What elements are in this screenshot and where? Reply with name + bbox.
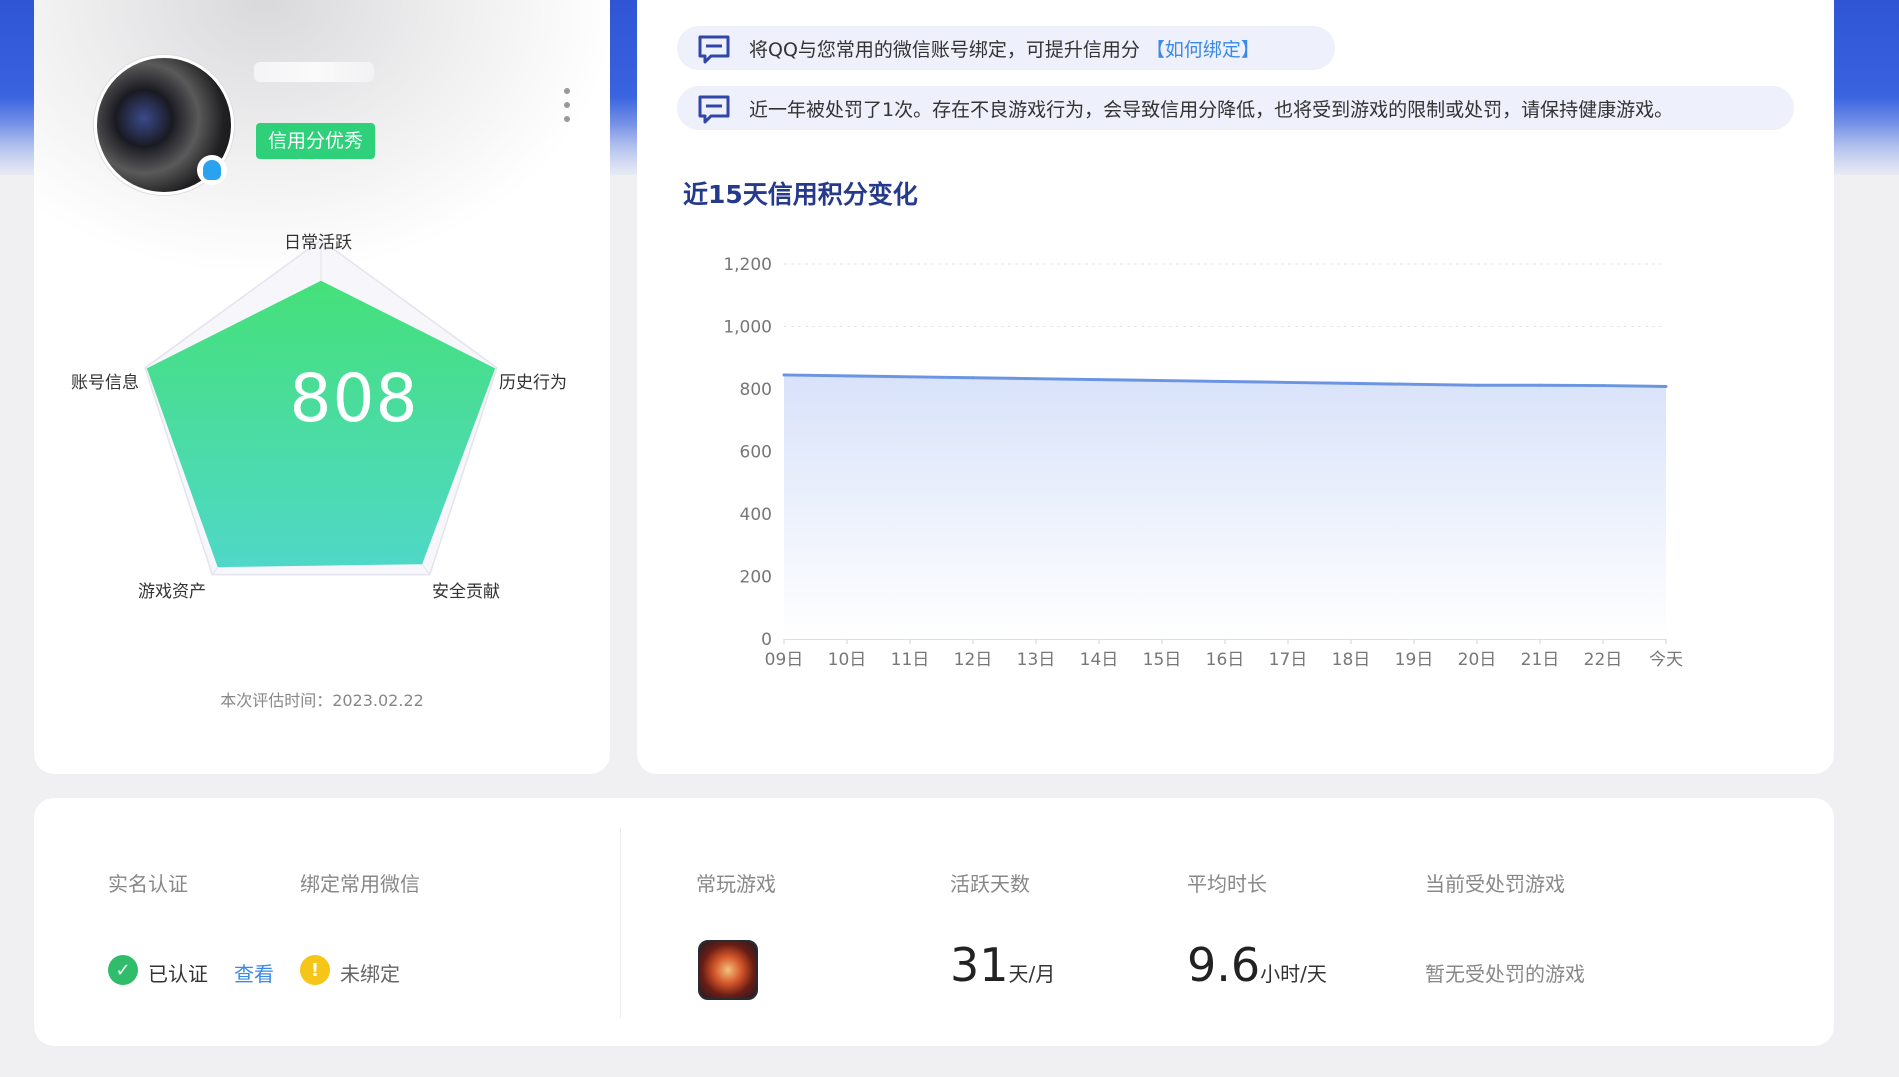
avg-time-value: 9.6小时/天 bbox=[1187, 938, 1327, 992]
stats-divider bbox=[620, 828, 621, 1018]
data-point[interactable] bbox=[1475, 383, 1479, 387]
data-point[interactable] bbox=[1538, 383, 1542, 387]
x-tick-label: 22日 bbox=[1584, 650, 1623, 670]
credit-score: 808 bbox=[289, 360, 419, 437]
data-point[interactable] bbox=[1412, 382, 1416, 386]
x-tick-label: 09日 bbox=[765, 650, 804, 670]
area-fill bbox=[784, 374, 1666, 639]
data-point[interactable] bbox=[1601, 384, 1605, 388]
wechat-label: 绑定常用微信 bbox=[300, 872, 420, 896]
stats-card: 实名认证 绑定常用微信 ✓ 已认证 查看 ! 未绑定 常玩游戏 活跃天数 31天… bbox=[34, 798, 1834, 1046]
games-label: 常玩游戏 bbox=[696, 872, 776, 896]
radar-chart: 日常活跃 历史行为 安全贡献 游戏资产 账号信息 808 bbox=[34, 0, 610, 774]
x-tick-label: 19日 bbox=[1395, 650, 1434, 670]
y-tick-label: 600 bbox=[740, 443, 772, 463]
credit-line-chart: 0 200 400 600 800 1,000 1,200 09日 10日 11日 12日 13日 14… bbox=[723, 255, 1683, 670]
y-tick-label: 0 bbox=[761, 630, 772, 650]
radar-label-account-info: 账号信息 bbox=[71, 373, 139, 393]
avg-time-unit: 小时/天 bbox=[1260, 962, 1327, 986]
data-point[interactable] bbox=[845, 374, 849, 378]
x-tick-label: 今天 bbox=[1649, 650, 1683, 670]
x-tick-label: 13日 bbox=[1017, 650, 1056, 670]
avg-time-label: 平均时长 bbox=[1187, 872, 1267, 896]
view-realname-link[interactable]: 查看 bbox=[234, 958, 274, 987]
data-point[interactable] bbox=[971, 376, 975, 380]
data-point[interactable] bbox=[1034, 377, 1038, 381]
data-point[interactable] bbox=[1097, 378, 1101, 382]
data-point[interactable] bbox=[1160, 379, 1164, 383]
radar-label-history: 历史行为 bbox=[499, 373, 567, 393]
radar-label-security: 安全贡献 bbox=[432, 582, 500, 602]
x-tick-label: 18日 bbox=[1332, 650, 1371, 670]
punished-games-label: 当前受处罚游戏 bbox=[1425, 872, 1565, 896]
active-days-label: 活跃天数 bbox=[950, 872, 1030, 896]
warning-circle-icon: ! bbox=[300, 955, 330, 985]
x-tick-label: 20日 bbox=[1458, 650, 1497, 670]
y-tick-label: 1,000 bbox=[723, 318, 772, 338]
x-tick-label: 10日 bbox=[828, 650, 867, 670]
x-tick-label: 17日 bbox=[1269, 650, 1308, 670]
avg-time-number: 9.6 bbox=[1187, 938, 1261, 992]
data-point[interactable] bbox=[782, 373, 786, 377]
active-days-unit: 天/月 bbox=[1008, 962, 1056, 986]
game-icon[interactable] bbox=[698, 940, 758, 1000]
chart-card: 将QQ与您常用的微信账号绑定，可提升信用分 【如何绑定】 近一年被处罚了1次。存… bbox=[637, 0, 1834, 774]
radar-label-daily-active: 日常活跃 bbox=[284, 233, 352, 253]
profile-card: 信用分优秀 日常活跃 历史行为 安全贡献 游戏资产 账号信息 808 本次评估时… bbox=[34, 0, 610, 774]
y-tick-label: 800 bbox=[740, 380, 772, 400]
check-circle-icon: ✓ bbox=[108, 955, 138, 985]
data-point[interactable] bbox=[908, 375, 912, 379]
active-days-value: 31天/月 bbox=[950, 938, 1055, 992]
data-point[interactable] bbox=[1349, 381, 1353, 385]
data-point[interactable] bbox=[1286, 380, 1290, 384]
x-tick-label: 12日 bbox=[954, 650, 993, 670]
x-tick-label: 14日 bbox=[1080, 650, 1119, 670]
x-tick-label: 15日 bbox=[1143, 650, 1182, 670]
x-tick-label: 11日 bbox=[891, 650, 930, 670]
x-tick-label: 16日 bbox=[1206, 650, 1245, 670]
y-tick-label: 1,200 bbox=[723, 255, 772, 275]
realname-label: 实名认证 bbox=[108, 872, 188, 896]
evaluation-time: 本次评估时间：2023.02.22 bbox=[220, 691, 424, 710]
y-tick-label: 400 bbox=[740, 505, 772, 525]
wechat-status: 未绑定 bbox=[340, 962, 400, 986]
active-days-number: 31 bbox=[950, 938, 1009, 992]
realname-status: 已认证 bbox=[148, 962, 208, 986]
y-tick-label: 200 bbox=[740, 568, 772, 588]
punished-games-value: 暂无受处罚的游戏 bbox=[1425, 962, 1585, 986]
radar-label-game-assets: 游戏资产 bbox=[138, 582, 206, 602]
data-point[interactable] bbox=[1664, 385, 1668, 388]
data-point[interactable] bbox=[1223, 380, 1227, 383]
x-tick-label: 21日 bbox=[1521, 650, 1560, 670]
